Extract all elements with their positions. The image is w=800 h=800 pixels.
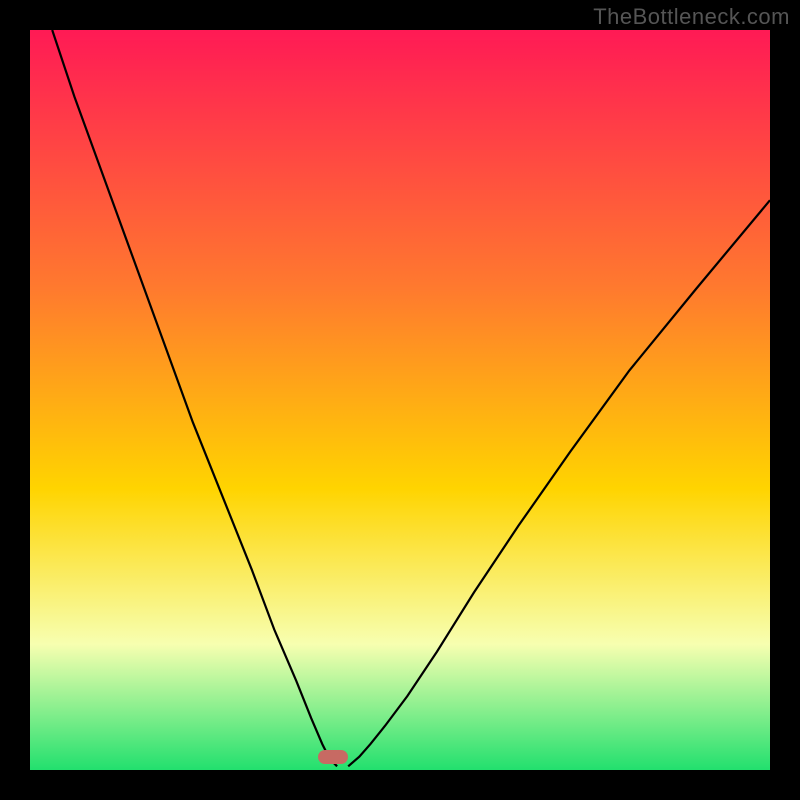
bottom-marker [318, 750, 348, 764]
plot-background [30, 30, 770, 770]
watermark-text: TheBottleneck.com [593, 4, 790, 30]
chart-frame: TheBottleneck.com [0, 0, 800, 800]
plot-area [30, 30, 770, 770]
plot-svg [30, 30, 770, 770]
